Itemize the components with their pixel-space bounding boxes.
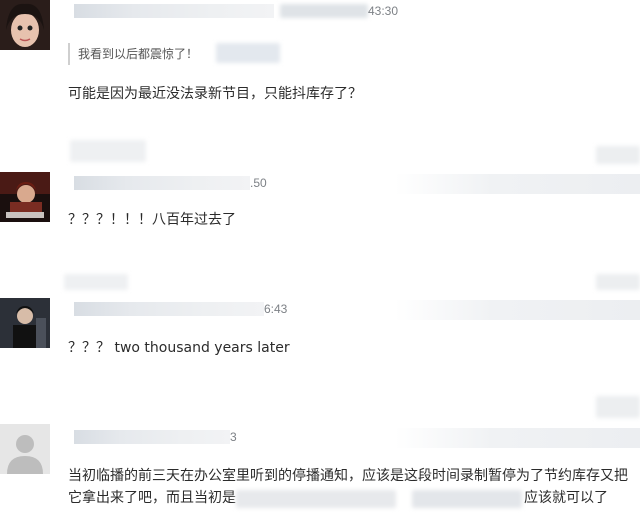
comment-text-fragment: 它拿出来了吧，而且当初是: [68, 490, 236, 506]
user-avatar-photo-icon: [0, 298, 50, 348]
username-blurred: [74, 4, 274, 18]
comment-timestamp: 6:43: [264, 302, 288, 316]
comment-item: 6:43 ？？？ two thousand years later: [0, 298, 640, 422]
blurred-segment: [395, 174, 640, 194]
username-blurred: [74, 302, 264, 316]
blurred-segment: [236, 490, 396, 508]
comment-text: 可能是因为最近没法录新节目，只能抖库存了？: [68, 86, 362, 102]
default-avatar-icon: [0, 424, 50, 474]
blurred-segment: [596, 396, 640, 418]
comment-timestamp: .50: [250, 176, 267, 190]
blurred-segment: [596, 274, 640, 290]
user-avatar-photo-icon: [0, 172, 50, 222]
comment-timestamp: 43:30: [368, 4, 399, 18]
comment-item: 3 当初临播的前三天在办公室里听到的停播通知，应该是这段时间录制暂停为了节约库存…: [0, 422, 640, 513]
comment-item: .50 ？？？！！！八百年过去了: [0, 170, 640, 298]
blurred-segment: [280, 4, 368, 18]
blurred-segment: [70, 140, 146, 162]
avatar[interactable]: [0, 298, 50, 348]
blurred-segment: [596, 146, 640, 164]
comment-text: ？？？！！！八百年过去了: [68, 212, 236, 228]
username-blurred: [74, 430, 230, 444]
avatar[interactable]: [0, 172, 50, 222]
blurred-segment: [216, 43, 280, 63]
comment-text-line: 它拿出来了吧，而且当初是: [68, 486, 236, 510]
avatar[interactable]: [0, 0, 50, 50]
blurred-segment: [395, 300, 640, 320]
comment-timestamp: 3: [230, 430, 237, 444]
comment-text-line: 当初临播的前三天在办公室里听到的停播通知，应该是这段时间录制暂停为了节约库存又把: [68, 468, 628, 484]
blurred-segment: [395, 428, 640, 448]
username-blurred: [74, 176, 250, 190]
reply-quote-text: 我看到以后都震惊了！: [78, 47, 199, 61]
avatar[interactable]: [0, 424, 50, 474]
comment-text-fragment: 应该就可以了: [524, 490, 608, 506]
blurred-segment: [64, 274, 128, 290]
comment-text: ？？？ two thousand years later: [68, 340, 290, 356]
user-avatar-photo-icon: [0, 0, 50, 50]
blurred-segment: [412, 490, 522, 508]
comment-item: 43:30 我看到以后都震惊了！ 可能是因为最近没法录新节目，只能抖库存了？: [0, 0, 640, 170]
reply-quote: 我看到以后都震惊了！: [68, 43, 198, 65]
